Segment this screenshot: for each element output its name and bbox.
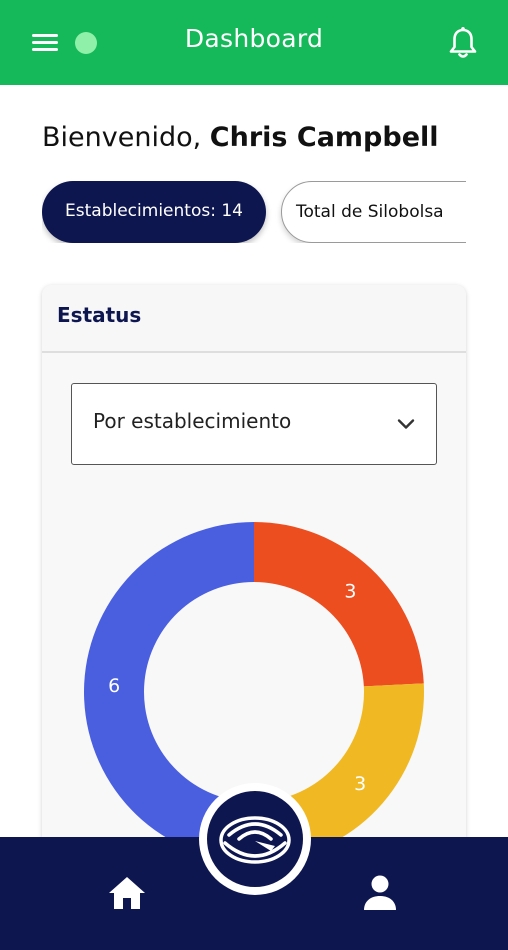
summary-chips: Establecimientos: 14 Total de Silobolsa	[42, 181, 466, 243]
welcome-text: Bienvenido, Chris Campbell	[42, 122, 439, 153]
fab-background	[207, 791, 303, 887]
user-name: Chris Campbell	[209, 122, 439, 153]
grouping-select-value: Por establecimiento	[93, 409, 292, 433]
greeting-label: Bienvenido,	[42, 122, 202, 153]
chip-total-silobolsa[interactable]: Total de Silobolsa	[281, 181, 466, 243]
status-card-title: Estatus	[57, 303, 142, 327]
grouping-select[interactable]: Por establecimiento	[71, 383, 437, 465]
page-title: Dashboard	[184, 24, 324, 53]
status-card-header: Estatus	[42, 285, 466, 353]
chevron-down-icon	[397, 419, 415, 429]
center-action-button[interactable]	[199, 783, 311, 895]
bell-icon[interactable]	[448, 26, 478, 60]
home-icon[interactable]	[107, 875, 147, 911]
chip-establecimientos[interactable]: Establecimientos: 14	[42, 181, 266, 243]
profile-icon[interactable]	[362, 874, 398, 912]
app-bar: Dashboard	[0, 0, 508, 85]
center-logo-icon	[219, 816, 291, 864]
